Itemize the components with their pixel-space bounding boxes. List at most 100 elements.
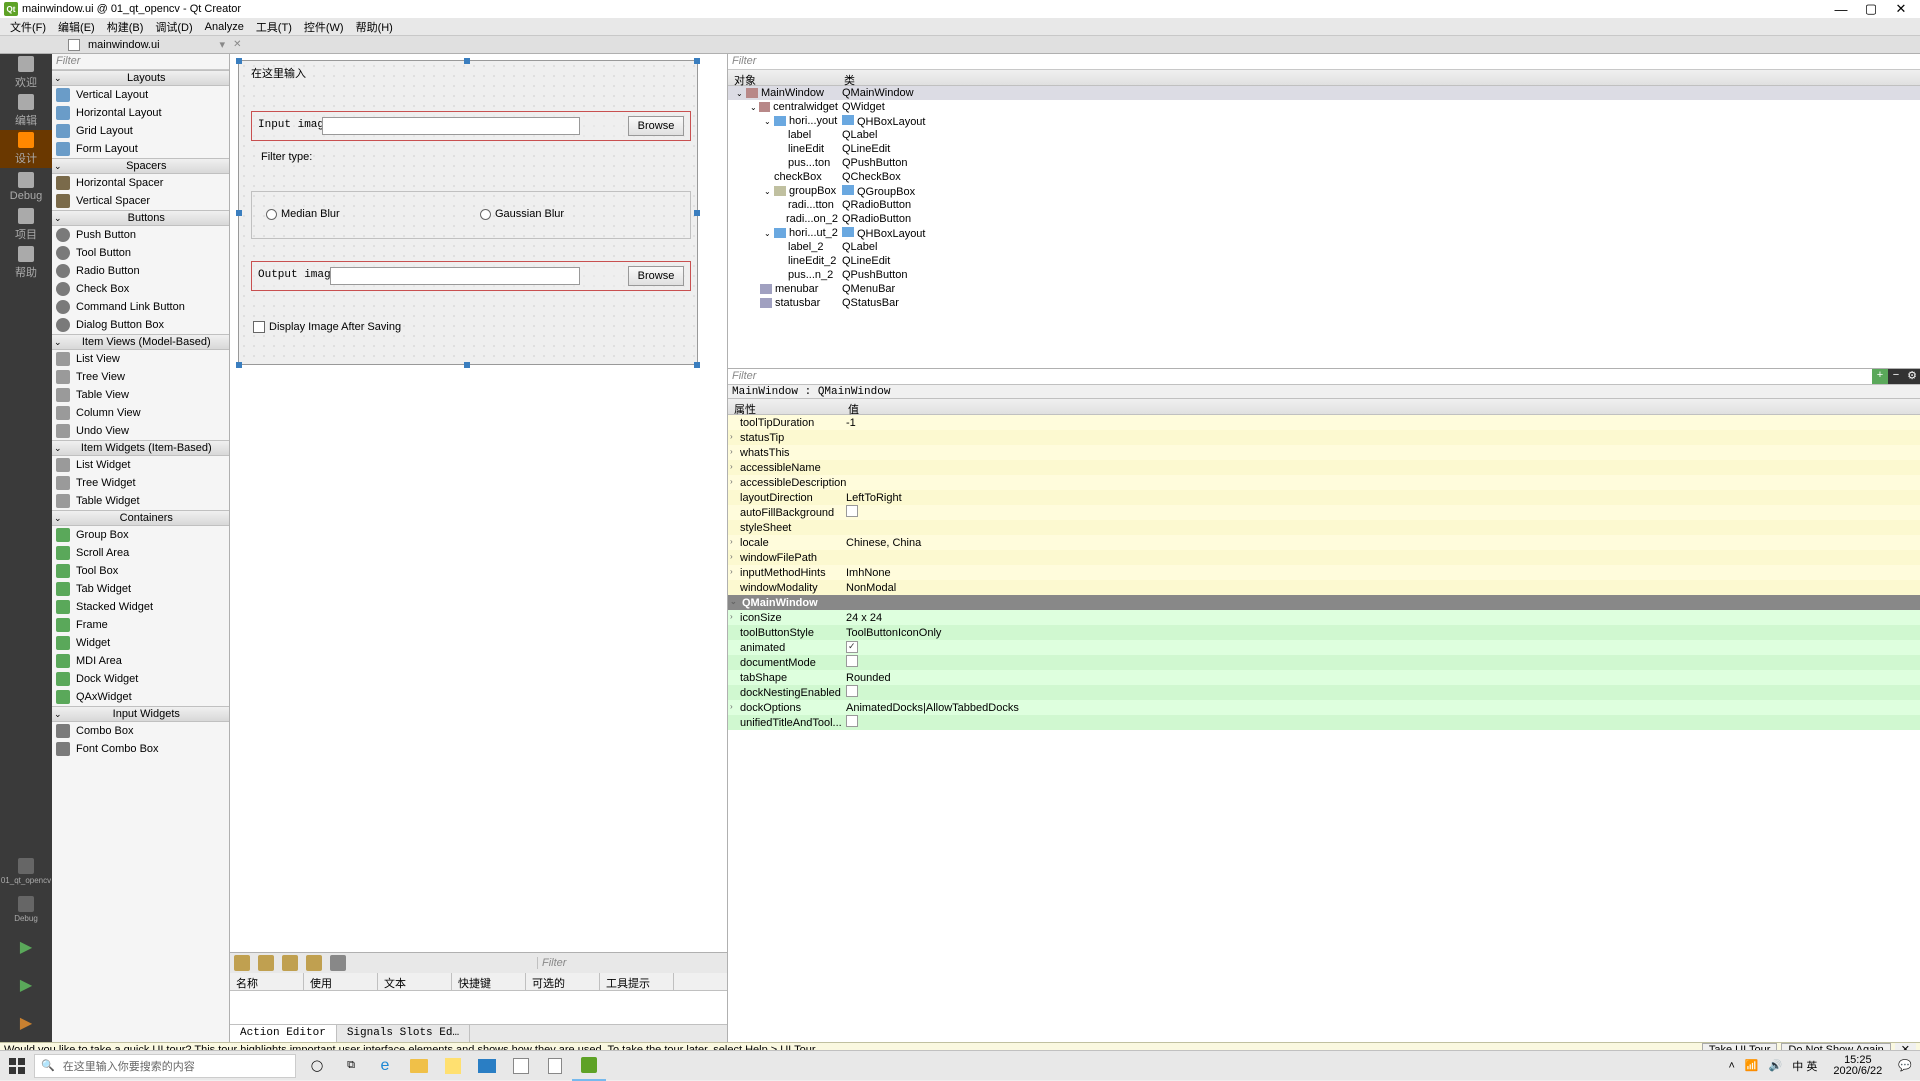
output-row[interactable]: Output image: Browse — [251, 261, 691, 291]
menu-构建(B)[interactable]: 构建(B) — [101, 19, 150, 35]
menu-Analyze[interactable]: Analyze — [199, 21, 250, 33]
wb-item-Tree-View[interactable]: Tree View — [52, 368, 229, 386]
main-window-form[interactable]: 在这里输入 Input image: Browse Filter type: M… — [238, 60, 698, 365]
design-canvas[interactable]: 在这里输入 Input image: Browse Filter type: M… — [230, 54, 727, 952]
taskbar-search[interactable]: 🔍 在这里输入你要搜索的内容 — [34, 1054, 296, 1078]
ae-col[interactable]: 工具提示 — [600, 973, 674, 990]
median-radio[interactable]: Median Blur — [266, 208, 340, 220]
start-button[interactable] — [0, 1051, 34, 1081]
menu-文件(F)[interactable]: 文件(F) — [4, 19, 52, 35]
prop-row[interactable]: ⌄QMainWindow — [728, 595, 1920, 610]
wb-item-Vertical-Layout[interactable]: Vertical Layout — [52, 86, 229, 104]
prop-row[interactable]: ›statusTip — [728, 430, 1920, 445]
store-icon[interactable] — [504, 1051, 538, 1081]
tree-row[interactable]: label_2QLabel — [728, 240, 1920, 254]
run-debug-button[interactable]: ▶ — [0, 966, 52, 1004]
wb-group-Buttons[interactable]: ⌄Buttons — [52, 210, 229, 226]
run-button[interactable]: ▶ — [0, 928, 52, 966]
ae-edit-icon[interactable] — [330, 955, 346, 971]
tree-row[interactable]: lineEditQLineEdit — [728, 142, 1920, 156]
open-file-name[interactable]: mainwindow.ui — [88, 39, 160, 51]
sticky-notes-icon[interactable] — [436, 1051, 470, 1081]
wb-item-Push-Button[interactable]: Push Button — [52, 226, 229, 244]
wb-item-Font-Combo-Box[interactable]: Font Combo Box — [52, 740, 229, 758]
ae-filter[interactable]: Filter — [537, 957, 727, 969]
prop-row[interactable]: autoFillBackground — [728, 505, 1920, 520]
pe-filter-input[interactable]: Filter — [728, 369, 1872, 384]
wb-item-Tool-Button[interactable]: Tool Button — [52, 244, 229, 262]
prop-row[interactable]: dockNestingEnabled — [728, 685, 1920, 700]
mode-Debug[interactable]: Debug — [0, 168, 52, 206]
prop-row[interactable]: ›whatsThis — [728, 445, 1920, 460]
ime-indicator[interactable]: 中 英 — [1792, 1058, 1817, 1074]
ae-col[interactable]: 名称 — [230, 973, 304, 990]
tree-row[interactable]: pus...n_2QPushButton — [728, 268, 1920, 282]
ae-col[interactable]: 文本 — [378, 973, 452, 990]
ae-col[interactable]: 可选的 — [526, 973, 600, 990]
wb-item-Stacked-Widget[interactable]: Stacked Widget — [52, 598, 229, 616]
wb-item-Scroll-Area[interactable]: Scroll Area — [52, 544, 229, 562]
widgetbox-filter[interactable]: Filter — [52, 54, 229, 70]
input-row[interactable]: Input image: Browse — [251, 111, 691, 141]
tray-up-icon[interactable]: ˄ — [1728, 1060, 1734, 1072]
maximize-button[interactable]: ▢ — [1856, 1, 1886, 17]
wb-group-Spacers[interactable]: ⌄Spacers — [52, 158, 229, 174]
wb-group-Item Widgets (Item-Based)[interactable]: ⌄Item Widgets (Item-Based) — [52, 440, 229, 456]
tree-row[interactable]: pus...tonQPushButton — [728, 156, 1920, 170]
wb-group-Containers[interactable]: ⌄Containers — [52, 510, 229, 526]
wb-item-List-Widget[interactable]: List Widget — [52, 456, 229, 474]
ae-body[interactable] — [230, 991, 727, 1024]
wb-item-List-View[interactable]: List View — [52, 350, 229, 368]
form-type-here[interactable]: 在这里输入 — [251, 65, 306, 81]
prop-row[interactable]: ›accessibleDescription — [728, 475, 1920, 490]
notepad-icon[interactable] — [538, 1051, 572, 1081]
explorer-icon[interactable] — [402, 1051, 436, 1081]
clock[interactable]: 15:252020/6/22 — [1827, 1055, 1888, 1077]
wb-group-Layouts[interactable]: ⌄Layouts — [52, 70, 229, 86]
prop-row[interactable]: ›iconSize24 x 24 — [728, 610, 1920, 625]
edge-icon[interactable]: e — [368, 1051, 402, 1081]
tree-row[interactable]: statusbarQStatusBar — [728, 296, 1920, 310]
kit-Debug[interactable]: Debug — [0, 890, 52, 928]
wb-item-Form-Layout[interactable]: Form Layout — [52, 140, 229, 158]
prop-row[interactable]: windowModalityNonModal — [728, 580, 1920, 595]
menu-帮助(H)[interactable]: 帮助(H) — [350, 19, 399, 35]
wb-item-Column-View[interactable]: Column View — [52, 404, 229, 422]
wb-group-Item Views (Model-Based)[interactable]: ⌄Item Views (Model-Based) — [52, 334, 229, 350]
menu-控件(W)[interactable]: 控件(W) — [298, 19, 350, 35]
tree-row[interactable]: ⌄centralwidgetQWidget — [728, 100, 1920, 114]
tree-row[interactable]: menubarQMenuBar — [728, 282, 1920, 296]
menu-工具(T)[interactable]: 工具(T) — [250, 19, 298, 35]
filter-groupbox[interactable]: Median Blur Gaussian Blur — [251, 191, 691, 239]
prop-row[interactable]: ›accessibleName — [728, 460, 1920, 475]
output-browse-button[interactable]: Browse — [628, 266, 684, 286]
mode-项目[interactable]: 项目 — [0, 206, 52, 244]
ae-copy-icon[interactable] — [282, 955, 298, 971]
pe-body[interactable]: toolTipDuration-1›statusTip›whatsThis›ac… — [728, 415, 1920, 1042]
tree-row[interactable]: ⌄groupBoxQGroupBox — [728, 184, 1920, 198]
wb-item-Tool-Box[interactable]: Tool Box — [52, 562, 229, 580]
wb-item-Dock-Widget[interactable]: Dock Widget — [52, 670, 229, 688]
prop-row[interactable]: styleSheet — [728, 520, 1920, 535]
system-tray[interactable]: ˄ 📶 🔊 中 英 15:252020/6/22 💬 — [1720, 1055, 1920, 1077]
prop-row[interactable]: ›windowFilePath — [728, 550, 1920, 565]
wb-item-Combo-Box[interactable]: Combo Box — [52, 722, 229, 740]
prop-row[interactable]: animated — [728, 640, 1920, 655]
input-line-edit[interactable] — [322, 117, 580, 135]
prop-row[interactable]: tabShapeRounded — [728, 670, 1920, 685]
prop-row[interactable]: ›dockOptionsAnimatedDocks|AllowTabbedDoc… — [728, 700, 1920, 715]
ae-paste-icon[interactable] — [306, 955, 322, 971]
wb-item-Undo-View[interactable]: Undo View — [52, 422, 229, 440]
wb-item-Group-Box[interactable]: Group Box — [52, 526, 229, 544]
wb-item-Table-View[interactable]: Table View — [52, 386, 229, 404]
pe-config-button[interactable]: ⚙ — [1904, 369, 1920, 384]
display-after-save-checkbox[interactable]: Display Image After Saving — [253, 321, 401, 333]
ae-tab[interactable]: Signals Slots Ed… — [337, 1025, 470, 1042]
tree-row[interactable]: checkBoxQCheckBox — [728, 170, 1920, 184]
gaussian-radio[interactable]: Gaussian Blur — [480, 208, 564, 220]
mode-帮助[interactable]: 帮助 — [0, 244, 52, 282]
wb-item-Frame[interactable]: Frame — [52, 616, 229, 634]
menu-调试(D)[interactable]: 调试(D) — [149, 19, 198, 35]
prop-row[interactable]: toolTipDuration-1 — [728, 415, 1920, 430]
kit-01_qt_opencv[interactable]: 01_qt_opencv — [0, 852, 52, 890]
